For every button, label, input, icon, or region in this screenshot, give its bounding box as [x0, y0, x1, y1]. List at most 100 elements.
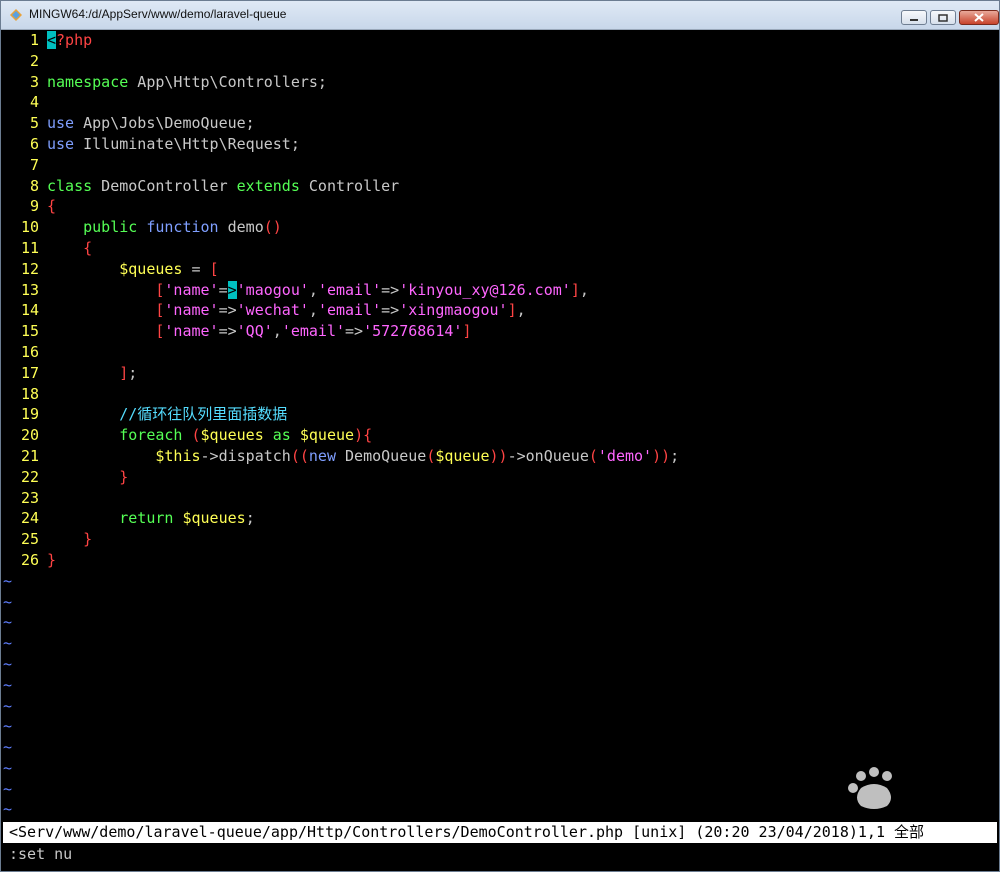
code-token: Controller: [299, 176, 400, 195]
code-line[interactable]: 19 //循环往队列里面插数据: [3, 404, 997, 425]
code-line[interactable]: 6 use Illuminate\Http\Request;: [3, 134, 997, 155]
tilde-marker: ~: [3, 675, 13, 694]
code-line[interactable]: 25 }: [3, 529, 997, 550]
code-token: }: [119, 467, 129, 486]
line-number: 21: [20, 446, 39, 465]
vim-command-line[interactable]: :set nu: [3, 844, 997, 865]
code-line[interactable]: 11 {: [3, 238, 997, 259]
empty-buffer-line: ~: [3, 696, 997, 717]
code-line[interactable]: 3 namespace App\Http\Controllers;: [3, 72, 997, 93]
empty-buffer-line: ~: [3, 571, 997, 592]
code-token: ]: [507, 301, 517, 320]
code-token: =>: [218, 322, 237, 341]
code-line[interactable]: 20 foreach ($queues as $queue){: [3, 425, 997, 446]
code-token: ,: [272, 322, 282, 341]
code-line[interactable]: 16: [3, 342, 997, 363]
minimize-icon: [910, 18, 918, 21]
code-token: ,: [308, 301, 318, 320]
code-token: as: [272, 426, 291, 445]
code-token: ]: [119, 363, 129, 382]
empty-buffer-line: ~: [3, 675, 997, 696]
code-token: ;: [128, 363, 138, 382]
line-number: 4: [29, 93, 39, 112]
code-line[interactable]: 8 class DemoController extends Controller: [3, 176, 997, 197]
code-line[interactable]: 21 $this->dispatch((new DemoQueue($queue…: [3, 446, 997, 467]
line-number: 15: [20, 322, 39, 341]
code-line[interactable]: 5 use App\Jobs\DemoQueue;: [3, 113, 997, 134]
code-token: ,: [308, 280, 318, 299]
code-token: ): [354, 426, 364, 445]
tilde-marker: ~: [3, 613, 13, 632]
code-token: App\Http\Controllers;: [128, 72, 327, 91]
line-number: 3: [29, 72, 39, 91]
code-line[interactable]: 18: [3, 384, 997, 405]
code-token: ]: [462, 322, 472, 341]
line-number: 9: [29, 197, 39, 216]
code-token: =>: [381, 301, 400, 320]
title-bar[interactable]: MINGW64:/d/AppServ/www/demo/laravel-queu…: [1, 1, 999, 30]
code-token: (: [191, 426, 201, 445]
code-token: =>: [218, 301, 237, 320]
code-token: class: [47, 176, 93, 195]
empty-buffer-line: ~: [3, 737, 997, 758]
code-line[interactable]: 10 public function demo(): [3, 217, 997, 238]
code-token: 'name': [164, 301, 219, 320]
code-token: return: [119, 509, 174, 528]
code-line[interactable]: 26}: [3, 550, 997, 571]
code-line[interactable]: 22 }: [3, 467, 997, 488]
empty-buffer-line: ~: [3, 779, 997, 800]
line-number: 22: [20, 467, 39, 486]
code-line[interactable]: 9{: [3, 196, 997, 217]
code-line[interactable]: 4: [3, 92, 997, 113]
code-token: $queues: [182, 509, 246, 528]
code-token: DemoController: [92, 176, 237, 195]
code-line[interactable]: 23: [3, 488, 997, 509]
code-token: {: [363, 426, 373, 445]
code-line[interactable]: 7: [3, 155, 997, 176]
code-token: 'maogou': [236, 280, 309, 299]
code-token: 'name': [164, 322, 219, 341]
line-number: 8: [29, 176, 39, 195]
code-line[interactable]: 17 ];: [3, 363, 997, 384]
line-number: 7: [29, 155, 39, 174]
code-token: function: [146, 218, 219, 237]
code-line[interactable]: 1 <?php: [3, 30, 997, 51]
tilde-marker: ~: [3, 634, 13, 653]
line-number: 1: [29, 31, 39, 49]
code-token: )): [489, 446, 508, 465]
line-number: 26: [20, 550, 39, 569]
terminal-window: MINGW64:/d/AppServ/www/demo/laravel-queu…: [0, 0, 1000, 872]
maximize-button[interactable]: [930, 10, 956, 25]
code-token: ((: [290, 446, 309, 465]
code-token: [: [209, 259, 219, 278]
code-line[interactable]: 24 return $queues;: [3, 508, 997, 529]
code-token: Illuminate\Http\Request;: [74, 134, 300, 153]
line-number: 2: [29, 51, 39, 70]
code-token: ;: [245, 509, 255, 528]
code-line[interactable]: 14 ['name'=>'wechat','email'=>'xingmaogo…: [3, 300, 997, 321]
code-token: 'email': [317, 280, 382, 299]
code-token: namespace: [47, 72, 129, 91]
code-line[interactable]: 2: [3, 51, 997, 72]
code-token: ->onQueue: [507, 446, 589, 465]
minimize-button[interactable]: [901, 10, 927, 25]
line-number: 19: [20, 405, 39, 424]
code-line[interactable]: 12 $queues = [: [3, 259, 997, 280]
code-line[interactable]: 15 ['name'=>'QQ','email'=>'572768614']: [3, 321, 997, 342]
code-line[interactable]: 13 ['name'=>'maogou','email'=>'kinyou_xy…: [3, 280, 997, 301]
mingw-app-icon: [10, 9, 22, 21]
code-token: (: [588, 446, 598, 465]
vim-editor[interactable]: 1 <?php 2 3 namespace App\Http\Controllers; 4…: [3, 30, 997, 820]
code-token: $queues: [119, 259, 183, 278]
code-token: ?php: [56, 31, 93, 49]
close-button[interactable]: [959, 10, 999, 25]
